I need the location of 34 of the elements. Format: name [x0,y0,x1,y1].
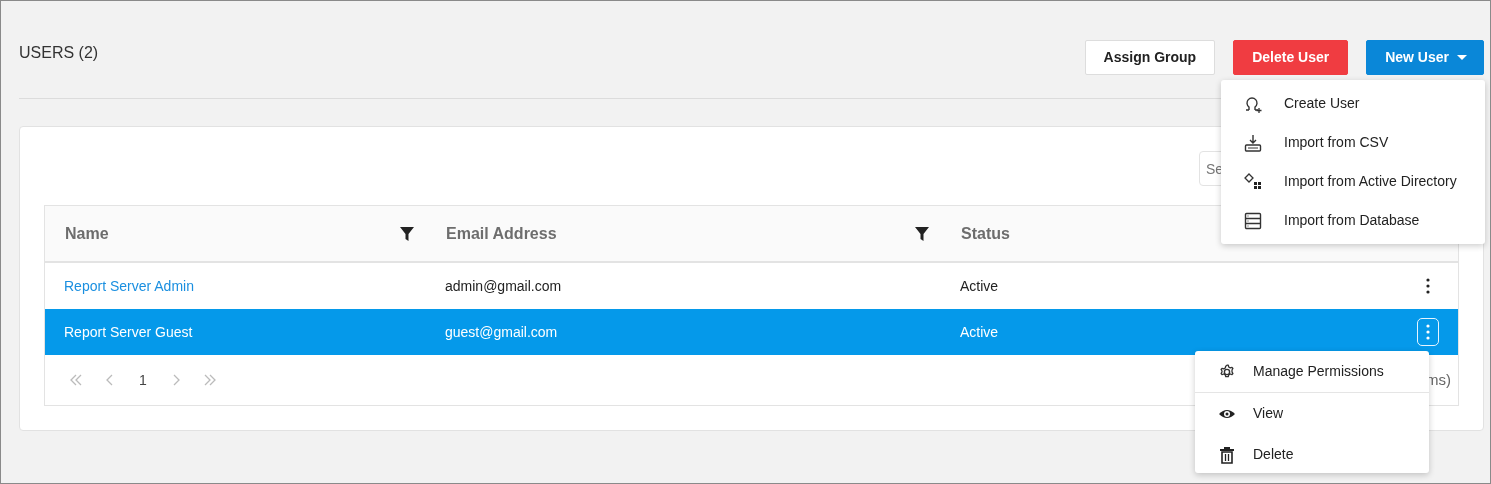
column-header[interactable]: Status [961,221,1010,246]
assign-group-button[interactable]: Assign Group [1084,40,1216,75]
column-header[interactable]: Email Address [446,221,557,246]
kebab-icon [1426,324,1430,340]
filter-icon[interactable] [400,226,414,241]
menu-item[interactable]: Delete [1195,434,1429,475]
kebab-icon [1426,278,1430,294]
download-tray-icon [1244,133,1262,152]
user-name-link[interactable]: Report Server Admin [64,277,194,294]
table-cell: guest@gmail.com [445,323,558,340]
menu-item[interactable]: Import from CSV [1221,123,1485,162]
menu-item[interactable]: Create User [1221,84,1485,123]
delete-user-button[interactable]: Delete User [1233,40,1349,75]
windows-sync-icon [1244,172,1262,191]
filter-icon[interactable] [915,226,929,241]
table-cell: admin@gmail.com [445,277,562,294]
database-icon [1244,211,1262,230]
page-title: USERS (2) [19,43,99,63]
new-user-button[interactable]: New User [1366,40,1484,75]
first-page-icon[interactable] [69,373,83,387]
last-page-icon[interactable] [202,373,217,387]
user-add-icon [1244,94,1262,113]
table-cell: Active [960,323,999,340]
page-number[interactable]: 1 [127,369,159,391]
menu-item[interactable]: View [1195,393,1429,434]
column-header[interactable]: Name [65,221,109,246]
more-options-button[interactable] [1417,318,1439,346]
menu-item[interactable]: Import from Active Directory [1221,162,1485,201]
menu-item[interactable]: Import from Database [1221,201,1485,240]
menu-item[interactable]: Manage Permissions [1195,351,1429,393]
table-row[interactable]: Report Server Admin admin@gmail.com Active [45,263,1458,309]
table-cell: Active [960,277,999,294]
caret-icon [1457,54,1467,61]
delete-icon [1218,445,1236,464]
